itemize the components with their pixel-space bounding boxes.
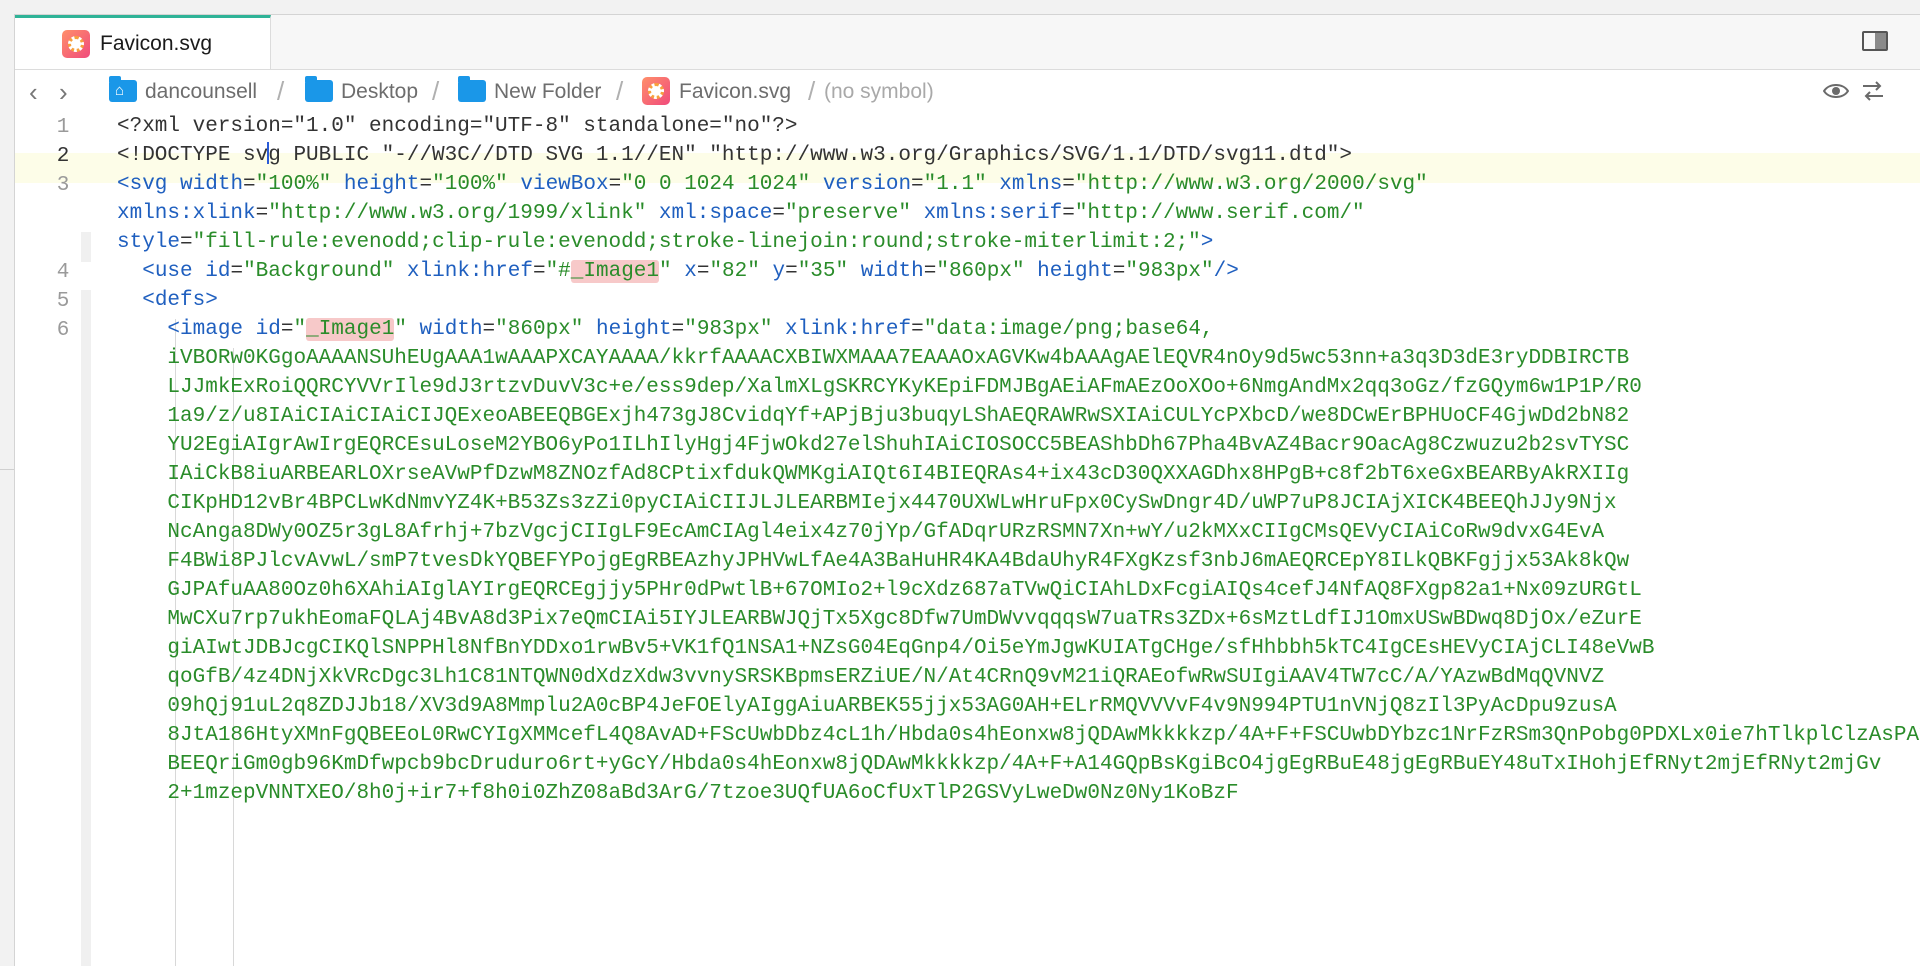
- code-content[interactable]: <?xml version="1.0" encoding="UTF-8" sta…: [117, 112, 1920, 966]
- base64-line: [117, 837, 1920, 866]
- line-number: 5: [56, 290, 70, 313]
- base64-line: 1a9/z/u8IAiCIAiCIAiCIJQExeoABEEQBGExjh47…: [167, 405, 1630, 428]
- base64-line: 2+1mzepVNNTXEO/8h0j+ir7+f8h0i0ZhZ08aBd3A…: [167, 782, 1239, 805]
- breadcrumb-label: New Folder: [494, 80, 602, 103]
- base64-line: NcAnga8DWy0OZ5r3gL8Afrhj+7bzVgcjCIIgLF9E…: [167, 521, 1605, 544]
- code-line-4: <use id="Background" xlink:href="#_Image…: [142, 260, 1239, 283]
- folder-icon: [305, 76, 333, 102]
- base64-line: qoGfB/4z4DNjXkVRcDgc3Lh1C81NTQWN0dXdzXdw…: [167, 666, 1605, 689]
- code-editor[interactable]: 1 2 3 4 5 6 <?xml version="1.0" encoding…: [15, 112, 1920, 966]
- symbol-match-highlight: _Image1: [570, 260, 659, 283]
- breadcrumb: ‹ › ⌂ dancounsell / Desktop / New Folder…: [15, 70, 1920, 112]
- breadcrumb-separator: /: [277, 76, 285, 106]
- base64-line: IAiCkB8iuARBEARLOXrseAVwPfDzwM8ZNOzfAd8C…: [167, 463, 1630, 486]
- base64-line: GJPAfuAA80Oz0h6XAhiAIglAYIrgEQRCEgjjy5PH…: [167, 579, 1642, 602]
- symbol-selector[interactable]: (no symbol): [824, 80, 934, 104]
- base64-line: [117, 808, 1920, 837]
- eye-icon[interactable]: [1823, 82, 1849, 100]
- home-folder-icon: ⌂: [109, 76, 137, 102]
- breadcrumb-separator: /: [808, 76, 816, 106]
- code-line-3a: <svg width="100%" height="100%" viewBox=…: [117, 173, 1428, 196]
- breadcrumb-label: dancounsell: [145, 80, 258, 103]
- breadcrumb-separator: /: [616, 76, 624, 106]
- code-line-6: <image id="_Image1" width="860px" height…: [167, 318, 1214, 341]
- base64-line: [117, 866, 1920, 895]
- line-number: 4: [56, 261, 70, 284]
- breadcrumb-label: Desktop: [341, 80, 419, 103]
- svg-file-icon: [642, 77, 670, 105]
- compare-changes-icon[interactable]: [1860, 78, 1886, 104]
- base64-line: F4BWi8PJlcvAvwL/smP7tvesDkYQBEFYPojgEgRB…: [167, 550, 1630, 573]
- code-line-5: <defs>: [142, 289, 218, 312]
- base64-line: BEEQriGm0gb96KmDfwpcb9bcDruduro6rt+yGcY/…: [167, 753, 1882, 776]
- left-edge-strip: [0, 14, 14, 965]
- line-number: 6: [56, 319, 70, 342]
- split-view-icon[interactable]: [1862, 31, 1890, 53]
- back-arrow-icon[interactable]: ‹: [29, 77, 38, 108]
- tab-bar: Favicon.svg: [15, 15, 1920, 70]
- base64-line: LJJmkExRoiQQRCYVVrIle9dJ3rtzvDuvV3c+e/es…: [167, 376, 1642, 399]
- folder-icon: [458, 76, 486, 102]
- code-line-1: <?xml version="1.0" encoding="UTF-8" sta…: [117, 115, 798, 138]
- base64-line: iVBORw0KGgoAAAANSUhEUgAAA1wAAAPXCAYAAAA/…: [167, 347, 1630, 370]
- base64-line: YU2EgiAIgrAwIrgEQRCEsuLoseM2YBO6yPo1ILhI…: [167, 434, 1630, 457]
- line-number: 3: [56, 174, 70, 197]
- base64-line: CIKpHD12vBr4BPCLwKdNmvYZ4K+B53Zs3zZi0pyC…: [167, 492, 1617, 515]
- code-line-2: <!DOCTYPE svg PUBLIC "-//W3C//DTD SVG 1.…: [117, 142, 1353, 167]
- base64-line: [117, 924, 1920, 953]
- base64-line: giAIwtJDBJcgCIKQlSNPPHl8NfBnYDDxo1rwBv5+…: [167, 637, 1655, 660]
- symbol-match-highlight: _Image1: [306, 318, 395, 341]
- base64-line: [117, 953, 1920, 966]
- base64-line: 8JtA186HtyXMnFgQBEEoL0RwCYIgXMMcefL4Q8Av…: [167, 724, 1920, 747]
- forward-arrow-icon[interactable]: ›: [59, 77, 68, 108]
- code-line-3b: xmlns:xlink="http://www.w3.org/1999/xlin…: [117, 202, 1365, 225]
- line-number-current: 2: [56, 145, 70, 168]
- editor-window: Favicon.svg ‹ › ⌂ dancounsell / Desktop …: [14, 14, 1920, 966]
- code-line-3c: style="fill-rule:evenodd;clip-rule:eveno…: [117, 231, 1214, 254]
- fold-region-bar: [81, 290, 91, 966]
- tab-favicon-svg[interactable]: Favicon.svg: [15, 15, 271, 69]
- breadcrumb-separator: /: [432, 76, 440, 106]
- base64-line: 09hQj91uL2q8ZDJJb18/XV3d9A8Mmplu2A0cBP4J…: [167, 695, 1617, 718]
- breadcrumb-label: Favicon.svg: [679, 80, 792, 103]
- base64-line: [117, 895, 1920, 924]
- svg-file-icon: [62, 30, 90, 58]
- fold-region-bar: [81, 232, 91, 262]
- tab-label: Favicon.svg: [100, 32, 213, 55]
- line-number: 1: [56, 116, 70, 139]
- base64-line: MwCXu7rp7ukhEomaFQLAj4BvA8d3Pix7eQmCIAi5…: [167, 608, 1642, 631]
